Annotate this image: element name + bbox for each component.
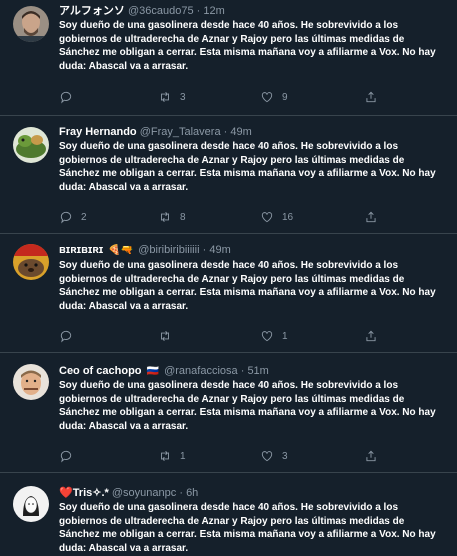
retweet-button[interactable]: 8 bbox=[158, 209, 186, 225]
like-count: 16 bbox=[282, 211, 294, 223]
tweet-header: Fray Hernando @Fray_Talavera · 49m bbox=[59, 125, 449, 139]
share-icon bbox=[366, 91, 376, 103]
retweet-button[interactable]: 3 bbox=[158, 89, 186, 105]
reply-count: 2 bbox=[81, 211, 87, 223]
tweet-header: ❤️Tris✧.* @soyunanpc · 6h bbox=[59, 486, 449, 500]
name-emoji-badge: 🍕🔫 bbox=[108, 245, 134, 256]
retweet-button[interactable]: 1 bbox=[158, 448, 186, 464]
reply-icon bbox=[60, 211, 72, 224]
reply-icon bbox=[60, 450, 72, 463]
like-icon bbox=[261, 212, 273, 223]
share-icon bbox=[366, 450, 376, 462]
tweet-text: Soy dueño de una gasolinera desde hace 4… bbox=[59, 20, 436, 73]
retweet-icon bbox=[161, 331, 169, 341]
tweet[interactable]: Fray Hernando @Fray_Talavera · 49m Soy d… bbox=[0, 116, 457, 234]
like-count: 3 bbox=[282, 450, 288, 462]
tweet-actions: 1 3 bbox=[59, 448, 439, 464]
display-name[interactable]: ʙɪʀɪʙɪʀɪ bbox=[59, 244, 103, 256]
share-button[interactable] bbox=[364, 209, 378, 225]
like-button[interactable]: 9 bbox=[260, 89, 288, 105]
avatar[interactable] bbox=[13, 127, 49, 163]
reply-button[interactable] bbox=[59, 89, 81, 105]
like-icon bbox=[261, 331, 273, 342]
timeline-feed: アルフォンソ @36caudo75 · 12m Soy dueño de una… bbox=[0, 0, 457, 554]
separator-dot: · bbox=[196, 5, 201, 17]
retweet-count: 8 bbox=[180, 211, 186, 223]
timestamp[interactable]: 6h bbox=[186, 487, 198, 499]
like-button[interactable]: 1 bbox=[260, 328, 288, 344]
timestamp[interactable]: 49m bbox=[230, 126, 251, 138]
retweet-button[interactable] bbox=[158, 328, 180, 344]
retweet-icon bbox=[161, 212, 169, 222]
avatar[interactable] bbox=[13, 6, 49, 42]
like-icon bbox=[261, 451, 273, 462]
share-icon bbox=[366, 211, 376, 223]
user-handle[interactable]: @biribiribiiiiii bbox=[138, 244, 199, 256]
display-name[interactable]: アルフォンソ bbox=[59, 5, 125, 17]
tweet-text: Soy dueño de una gasolinera desde hace 4… bbox=[59, 141, 436, 194]
tweet-header: Ceo of cachopo 🇷🇺 @ranafacciosa · 51m bbox=[59, 364, 449, 379]
reply-button[interactable] bbox=[59, 328, 81, 344]
like-count: 1 bbox=[282, 330, 288, 342]
like-count: 9 bbox=[282, 91, 288, 103]
tweet-text: Soy dueño de una gasolinera desde hace 4… bbox=[59, 380, 436, 433]
reply-button[interactable] bbox=[59, 448, 81, 464]
reply-icon bbox=[60, 91, 72, 104]
user-handle[interactable]: @ranafacciosa bbox=[164, 365, 238, 377]
tweet-actions: 3 9 bbox=[59, 89, 439, 105]
separator-dot: · bbox=[223, 126, 228, 138]
tweet-text: Soy dueño de una gasolinera desde hace 4… bbox=[59, 502, 436, 555]
tweet[interactable]: ʙɪʀɪʙɪʀɪ 🍕🔫 @biribiribiiiiii · 49m Soy d… bbox=[0, 234, 457, 353]
avatar[interactable] bbox=[13, 364, 49, 400]
separator-dot: · bbox=[179, 487, 183, 499]
retweet-icon bbox=[161, 92, 169, 102]
tweet[interactable]: Ceo of cachopo 🇷🇺 @ranafacciosa · 51m So… bbox=[0, 353, 457, 473]
retweet-count: 1 bbox=[180, 450, 186, 462]
reply-icon bbox=[60, 330, 72, 343]
timestamp[interactable]: 49m bbox=[209, 244, 230, 256]
share-button[interactable] bbox=[364, 89, 378, 105]
tweet-header: アルフォンソ @36caudo75 · 12m bbox=[59, 4, 449, 18]
avatar[interactable] bbox=[13, 244, 49, 280]
avatar[interactable] bbox=[13, 486, 49, 522]
tweet-text: Soy dueño de una gasolinera desde hace 4… bbox=[59, 260, 436, 313]
retweet-count: 3 bbox=[180, 91, 186, 103]
flag-badge: 🇷🇺 bbox=[146, 366, 160, 377]
share-icon bbox=[366, 330, 376, 342]
user-handle[interactable]: @soyunanpc bbox=[112, 487, 176, 499]
display-name[interactable]: Ceo of cachopo bbox=[59, 365, 142, 377]
share-button[interactable] bbox=[364, 328, 378, 344]
like-icon bbox=[261, 92, 273, 103]
display-name[interactable]: ❤️Tris✧.* bbox=[59, 487, 109, 499]
timestamp[interactable]: 51m bbox=[247, 365, 268, 377]
tweet-header: ʙɪʀɪʙɪʀɪ 🍕🔫 @biribiribiiiiii · 49m bbox=[59, 243, 449, 258]
share-button[interactable] bbox=[364, 448, 378, 464]
tweet-actions: 1 bbox=[59, 328, 439, 344]
like-button[interactable]: 3 bbox=[260, 448, 288, 464]
tweet-actions: 2 8 16 bbox=[59, 209, 439, 225]
separator-dot: · bbox=[240, 365, 245, 377]
tweet[interactable]: アルフォンソ @36caudo75 · 12m Soy dueño de una… bbox=[0, 0, 457, 116]
like-button[interactable]: 16 bbox=[260, 209, 293, 225]
user-handle[interactable]: @Fray_Talavera bbox=[140, 126, 221, 138]
tweet[interactable]: ❤️Tris✧.* @soyunanpc · 6h Soy dueño de u… bbox=[0, 473, 457, 554]
reply-button[interactable]: 2 bbox=[59, 209, 87, 225]
separator-dot: · bbox=[202, 244, 207, 256]
display-name[interactable]: Fray Hernando bbox=[59, 126, 137, 138]
timestamp[interactable]: 12m bbox=[203, 5, 224, 17]
user-handle[interactable]: @36caudo75 bbox=[128, 5, 194, 17]
retweet-icon bbox=[161, 451, 169, 461]
